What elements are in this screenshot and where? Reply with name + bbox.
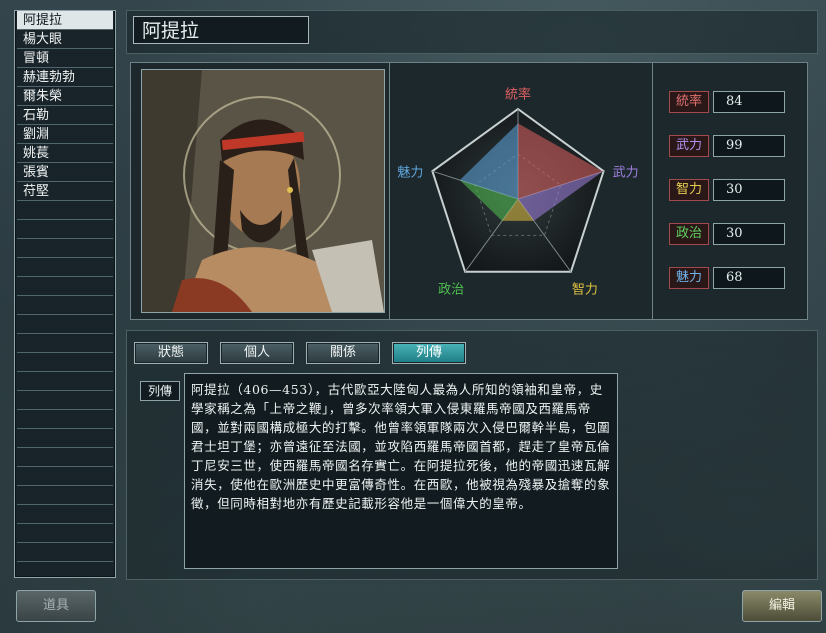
edit-button[interactable]: 編輯 bbox=[742, 590, 822, 622]
items-button[interactable]: 道具 bbox=[16, 590, 96, 622]
radar-axis-label: 武力 bbox=[613, 166, 639, 181]
empty-list-row[interactable] bbox=[17, 201, 113, 220]
character-list-item[interactable]: 姚萇 bbox=[17, 144, 113, 163]
character-info-panel: 統率 武力 智力 政治 魅力 統率 84 武力 99 智力 30 政治 30 魅力 68 bbox=[130, 62, 808, 320]
character-list-item[interactable]: 冒頓 bbox=[17, 49, 113, 68]
character-portrait bbox=[141, 69, 385, 313]
empty-list-row[interactable] bbox=[17, 296, 113, 315]
header-panel: 阿提拉 bbox=[126, 10, 818, 54]
character-list-item[interactable]: 楊大眼 bbox=[17, 30, 113, 49]
empty-list-row[interactable] bbox=[17, 524, 113, 543]
tab-relations[interactable]: 關係 bbox=[306, 342, 380, 364]
biography-text: 阿提拉（406—453），古代歐亞大陸匈人最為人所知的領袖和皇帝，史學家稱之為「… bbox=[184, 373, 618, 569]
empty-list-row[interactable] bbox=[17, 448, 113, 467]
empty-list-row[interactable] bbox=[17, 258, 113, 277]
character-list-item[interactable]: 劉淵 bbox=[17, 125, 113, 144]
empty-list-row[interactable] bbox=[17, 315, 113, 334]
stat-value: 68 bbox=[713, 267, 785, 289]
stat-value: 30 bbox=[713, 223, 785, 245]
empty-list-row[interactable] bbox=[17, 239, 113, 258]
radar-axis-label: 政治 bbox=[438, 282, 464, 297]
character-list-item[interactable]: 苻堅 bbox=[17, 182, 113, 201]
biography-label: 列傳 bbox=[140, 381, 180, 401]
radar-axis-label: 魅力 bbox=[397, 166, 423, 181]
tab-biography[interactable]: 列傳 bbox=[392, 342, 466, 364]
stat-label: 政治 bbox=[669, 223, 709, 245]
portrait-illustration bbox=[142, 70, 384, 312]
empty-list-row[interactable] bbox=[17, 410, 113, 429]
stat-radar-chart: 統率武力智力 政治 魅力 bbox=[389, 63, 653, 319]
empty-list-row[interactable] bbox=[17, 220, 113, 239]
character-list-item[interactable]: 爾朱榮 bbox=[17, 87, 113, 106]
stat-value: 84 bbox=[713, 91, 785, 113]
character-list-item[interactable]: 赫連勃勃 bbox=[17, 68, 113, 87]
empty-list-row[interactable] bbox=[17, 505, 113, 524]
stat-label: 統率 bbox=[669, 91, 709, 113]
empty-list-row[interactable] bbox=[17, 429, 113, 448]
radar-axis-label: 統率 bbox=[505, 87, 531, 103]
stat-label: 智力 bbox=[669, 179, 709, 201]
character-list-item[interactable]: 石勒 bbox=[17, 106, 113, 125]
radar-svg: 統率武力智力 政治 魅力 bbox=[397, 87, 639, 298]
empty-list-row[interactable] bbox=[17, 467, 113, 486]
empty-list-row[interactable] bbox=[17, 486, 113, 505]
radar-axis-label: 智力 bbox=[572, 282, 598, 297]
tab-personal[interactable]: 個人 bbox=[220, 342, 294, 364]
empty-list-row[interactable] bbox=[17, 391, 113, 410]
empty-list-row[interactable] bbox=[17, 353, 113, 372]
empty-list-row[interactable] bbox=[17, 372, 113, 391]
stat-value: 99 bbox=[713, 135, 785, 157]
empty-list-row[interactable] bbox=[17, 543, 113, 562]
stat-label: 魅力 bbox=[669, 267, 709, 289]
empty-list-row[interactable] bbox=[17, 277, 113, 296]
character-list[interactable]: 阿提拉 楊大眼 冒頓 赫連勃勃 爾朱榮 石勒 劉淵 姚萇 張賓 苻堅 bbox=[14, 10, 116, 578]
character-list-item[interactable]: 張賓 bbox=[17, 163, 113, 182]
tab-status[interactable]: 狀態 bbox=[134, 342, 208, 364]
stat-label: 武力 bbox=[669, 135, 709, 157]
character-name-title: 阿提拉 bbox=[133, 16, 309, 44]
stat-value: 30 bbox=[713, 179, 785, 201]
character-list-item[interactable]: 阿提拉 bbox=[17, 11, 113, 30]
empty-list-row[interactable] bbox=[17, 334, 113, 353]
